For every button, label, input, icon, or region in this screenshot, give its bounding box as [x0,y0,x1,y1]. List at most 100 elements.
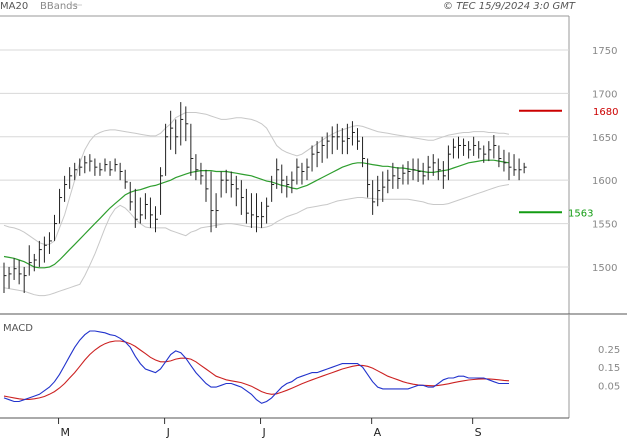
ohlc-bar [134,188,138,228]
ohlc-bar [427,155,431,181]
ohlc-bar [18,260,22,285]
ohlc-bar [79,158,83,176]
ohlc-bar [382,171,386,202]
ohlc-bar [33,253,37,272]
ohlc-bar [139,197,143,224]
ohlc-bar [84,155,88,174]
price-tick-label: 1650 [592,133,617,144]
ohlc-bar [412,158,416,181]
ohlc-bar [493,135,497,159]
ohlc-bar [240,180,244,215]
support-level-label: 1563 [568,208,593,219]
ohlc-bar [301,162,305,185]
stock-chart: MA20 BBands © TEC 15/9/2024 3:0 GMT 1750… [0,1,627,439]
x-axis: MJJAS [0,417,569,439]
ohlc-bar [291,171,295,194]
ohlc-bar [306,158,310,181]
ohlc-bar [230,171,234,198]
ohlc-bar [452,138,456,159]
x-tick-label: S [475,426,482,439]
macd-title: MACD [3,323,33,334]
ohlc-bar [346,123,350,155]
ohlc-bar [170,110,174,150]
legend-ma20: MA20 [0,1,28,12]
ohlc-bar [23,266,27,293]
ohlc-bar [447,145,451,181]
ohlc-bar [144,193,148,220]
price-tick-label: 1500 [592,263,617,274]
price-y-axis: 1750 1700 1650 1600 1550 1500 [592,46,617,274]
ohlc-bar [43,236,47,263]
price-tick-label: 1750 [592,46,617,57]
chart-header: MA20 BBands © TEC 15/9/2024 3:0 GMT [0,1,576,12]
ohlc-bar [89,154,93,172]
ohlc-bar [387,169,391,194]
ohlc-bar [513,154,517,176]
ohlc-bar [316,141,320,168]
macd-panel: MACD 0.25 0.15 0.05 [3,314,620,418]
ohlc-bar [351,121,355,146]
ohlc-bar [190,123,194,176]
macd-y-axis: 0.25 0.15 0.05 [598,345,620,392]
x-tick-label: J [262,426,266,439]
ohlc-bar [336,123,340,150]
ohlc-bar [59,188,63,224]
ohlc-bar [195,154,199,181]
ohlc-bar [442,161,446,189]
x-tick-label: M [61,426,71,439]
resistance-level-label: 1680 [593,107,618,118]
price-tick-label: 1700 [592,89,617,100]
ohlc-bar [508,152,512,181]
ohlc-bar [129,181,133,211]
price-tick-label: 1550 [592,220,617,231]
ohlc-bar [225,169,229,194]
ohlc-bar [220,171,224,198]
ohlc-bar [180,102,184,146]
macd-tick-label: 0.25 [598,345,620,356]
ohlc-bar [99,162,103,176]
ohlc-bar [417,158,421,182]
ohlc-bar [114,158,118,172]
ohlc-bar [8,266,12,289]
ohlc-bar [341,128,345,155]
ohlc-bar [311,145,315,172]
macd-tick-label: 0.15 [598,363,620,374]
ohlc-bar [109,161,113,176]
ohlc-bar [397,167,401,189]
ohlc-bar [175,119,179,155]
ohlc-bar [185,106,189,142]
ohlc-bar [458,136,461,159]
signal-line [3,340,510,400]
ohlc-bar [160,167,164,215]
ohlc-bar [94,158,98,176]
ohlc-bar [321,136,325,163]
copyright-label: © TEC 15/9/2024 3:0 GMT [443,1,576,12]
ohlc-bar [498,145,502,168]
ohlc-bar [407,161,411,185]
ohlc-bar [518,158,522,181]
ohlc-bar [402,164,406,185]
ohlc-bar [69,167,73,189]
ohlc-bar [104,158,108,172]
ohlc-bars [3,102,527,293]
ohlc-bar [215,193,219,228]
ohlc-bar [256,193,259,233]
ohlc-bar [478,141,482,159]
ohlc-bar [124,169,128,189]
ohlc-bar [245,188,249,224]
ohlc-bar [205,169,209,202]
x-tick-label: A [374,426,382,439]
ohlc-bar [503,149,507,172]
x-tick-label: J [166,426,170,439]
ohlc-bar [331,126,335,155]
ohlc-bar [523,162,527,174]
ohlc-bar [422,162,426,185]
ohlc-bar [468,141,472,159]
legend-bbands: BBands [40,1,78,12]
ohlc-bar [266,197,270,224]
ohlc-bar [473,136,477,156]
price-tick-label: 1600 [592,176,617,187]
price-panel: 1750 1700 1650 1600 1550 1500 1680 1563 [0,15,627,315]
ohlc-bar [250,193,254,228]
ohlc-bar [119,162,123,181]
